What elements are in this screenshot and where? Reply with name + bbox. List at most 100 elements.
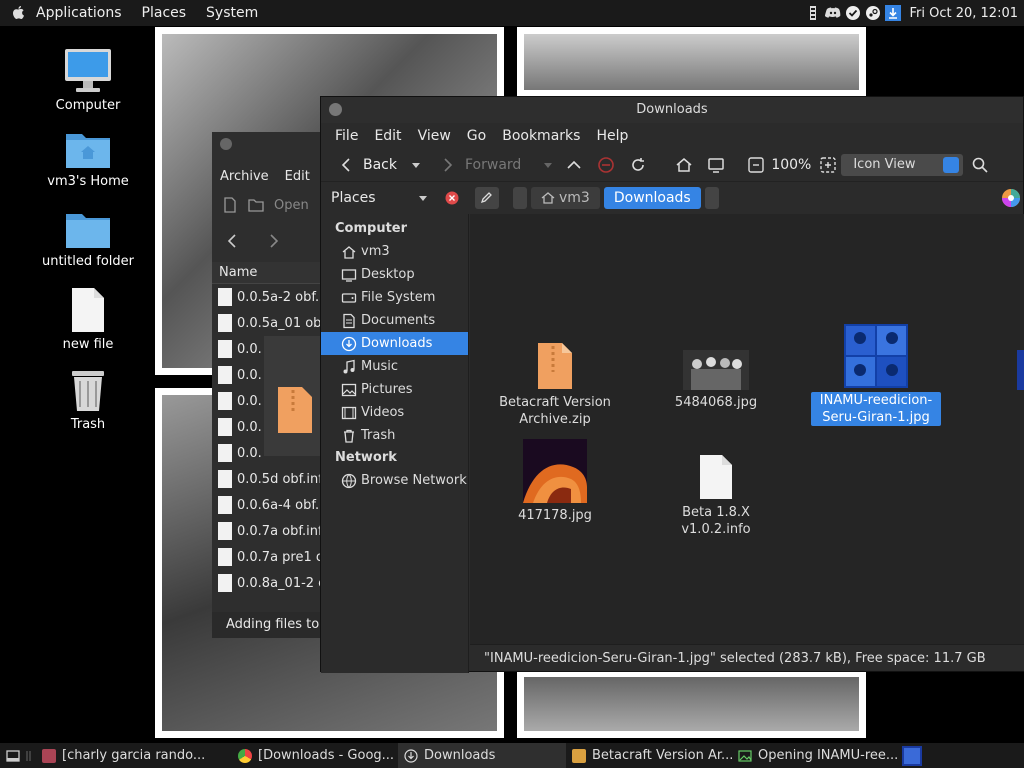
sidebar-item-pictures[interactable]: Pictures [321,378,468,401]
sidebar-item-label: Pictures [361,382,413,397]
forward-button[interactable]: Forward [433,151,527,179]
archive-file-row[interactable]: 0.0.5a_01 obf [212,310,332,336]
clock[interactable]: Fri Oct 20, 12:01 [909,6,1018,21]
archive-file-row[interactable]: 0.0.5a-2 obf.i [212,284,332,310]
new-archive-icon[interactable] [222,197,238,213]
wallpaper-photo-4 [517,670,866,738]
desktop-icon-new-file[interactable]: new file [33,287,143,352]
file-item[interactable]: 5484068.jpg [651,350,781,411]
breadcrumb-right-arrow[interactable] [704,186,719,209]
file-item[interactable]: Beta 1.8.X v1.0.2.info [651,454,781,538]
discord-icon[interactable] [825,5,841,21]
sidebar-item-videos[interactable]: Videos [321,401,468,424]
file-item[interactable]: im [972,350,1024,411]
workspace-switcher-icon[interactable] [902,745,922,766]
view-mode-select[interactable]: Icon View [841,154,964,176]
color-palette-icon[interactable] [1001,188,1021,208]
file-item[interactable]: Betacraft Version Archive.zip [490,342,620,428]
apple-logo-icon[interactable] [10,5,26,21]
edit-menu[interactable]: Edit [368,128,407,144]
taskbar-item-archive[interactable]: Betacraft Version Ar... [566,743,732,768]
taskbar-item-downloads[interactable]: Downloads [398,743,566,768]
archive-file-row[interactable]: 0.0.6a-4 obf. [212,492,332,518]
file-item[interactable]: 417178.jpg [490,439,620,524]
archive-file-row[interactable]: 0.0.7a obf.inf [212,518,332,544]
taskbar-item-browser-2[interactable]: [Downloads - Goog... [232,743,398,768]
back-history-dropdown-icon[interactable] [407,156,425,174]
download-tray-icon[interactable] [885,5,902,21]
close-window-icon[interactable] [329,103,342,116]
archive-file-row[interactable]: 0.0.7a pre1 ol [212,544,332,570]
show-desktop-icon[interactable] [6,749,20,762]
places-selector[interactable]: Places [321,182,469,214]
sidebar-item-desktop[interactable]: Desktop [321,263,468,286]
breadcrumb-home[interactable]: vm3 [531,186,600,209]
zoom-out-icon[interactable] [747,156,765,174]
sidebar-item-vm3[interactable]: vm3 [321,240,468,263]
archive-file-row[interactable]: 0.0.8a_01-2 c [212,570,332,596]
archive-file-row[interactable]: 0.0.5d obf.inf [212,466,332,492]
sidebar-item-label: File System [361,290,436,305]
close-sidebar-icon[interactable] [445,191,459,205]
system-menu[interactable]: System [206,5,258,21]
forward-history-dropdown-icon[interactable] [539,156,557,174]
back-button[interactable]: Back [331,151,403,179]
file-manager-window[interactable]: Downloads File Edit View Go Bookmarks He… [320,96,1024,673]
taskbar-item-label: [Downloads - Goog... [258,748,395,763]
zoom-in-icon[interactable] [819,156,837,174]
go-menu[interactable]: Go [461,128,492,144]
desktop-icon-home[interactable]: vm3's Home [33,130,143,189]
archive-menu[interactable]: Archive [220,169,269,184]
archive-titlebar[interactable] [212,138,332,162]
sidebar-item-documents[interactable]: Documents [321,309,468,332]
applications-menu[interactable]: Applications [36,5,122,21]
edit-location-icon[interactable] [475,186,499,209]
open-folder-icon[interactable] [248,197,264,213]
file-item-selected[interactable]: INAMU-reedicion-Seru-Giran-1.jpg [811,324,941,426]
file-name: 417178.jpg [518,508,592,523]
zoom-level[interactable]: 100% [771,157,811,173]
view-menu[interactable]: View [412,128,457,144]
archive-status: Adding files to " [212,612,332,638]
sidebar-item-music[interactable]: Music [321,355,468,378]
grid-icon[interactable] [805,5,821,21]
check-circle-icon[interactable] [845,5,861,21]
sidebar-item-browse-network[interactable]: Browse Network [321,469,468,492]
breadcrumb-left-arrow[interactable] [513,186,527,209]
bookmarks-menu[interactable]: Bookmarks [496,128,586,144]
name-column-header[interactable]: Name [212,262,332,284]
workspace-handle-icon[interactable] [26,749,32,763]
open-button[interactable]: Open [274,198,309,213]
taskbar-item-image-viewer[interactable]: Opening INAMU-ree... [732,743,898,768]
sidebar-item-trash[interactable]: Trash [321,424,468,447]
breadcrumb-current[interactable]: Downloads [603,186,701,209]
file-view[interactable]: Betacraft Version Archive.zip 5484068.jp… [470,214,1024,646]
sidebar-item-downloads[interactable]: Downloads [321,332,468,355]
home-icon[interactable] [675,156,693,174]
computer-icon[interactable] [707,156,725,174]
sidebar-item-file-system[interactable]: File System [321,286,468,309]
search-icon[interactable] [971,156,989,174]
chevron-updown-icon [943,157,960,173]
desktop-icon-untitled-folder[interactable]: untitled folder [33,210,143,269]
forward-arrow-icon[interactable] [268,233,280,249]
up-arrow-icon[interactable] [565,156,583,174]
stop-icon[interactable] [597,156,615,174]
steam-icon[interactable] [865,5,881,21]
photo-thumbnail [683,350,749,390]
taskbar-item-browser-1[interactable]: [charly garcia rando... [36,743,232,768]
archive-edit-menu[interactable]: Edit [285,169,310,184]
window-titlebar[interactable]: Downloads [321,97,1023,123]
file-icon [218,418,232,436]
progress-dialog [264,336,324,456]
help-menu[interactable]: Help [590,128,634,144]
back-arrow-icon[interactable] [226,233,238,249]
archive-file-name: 0.0.5d obf.inf [237,471,323,487]
desktop-icon-trash[interactable]: Trash [33,367,143,432]
file-icon [218,392,232,410]
file-menu[interactable]: File [329,128,364,144]
places-menu[interactable]: Places [142,5,187,21]
taskbar-item-label: Betacraft Version Ar... [592,748,732,763]
desktop-icon-computer[interactable]: Computer [33,48,143,113]
reload-icon[interactable] [629,156,647,174]
